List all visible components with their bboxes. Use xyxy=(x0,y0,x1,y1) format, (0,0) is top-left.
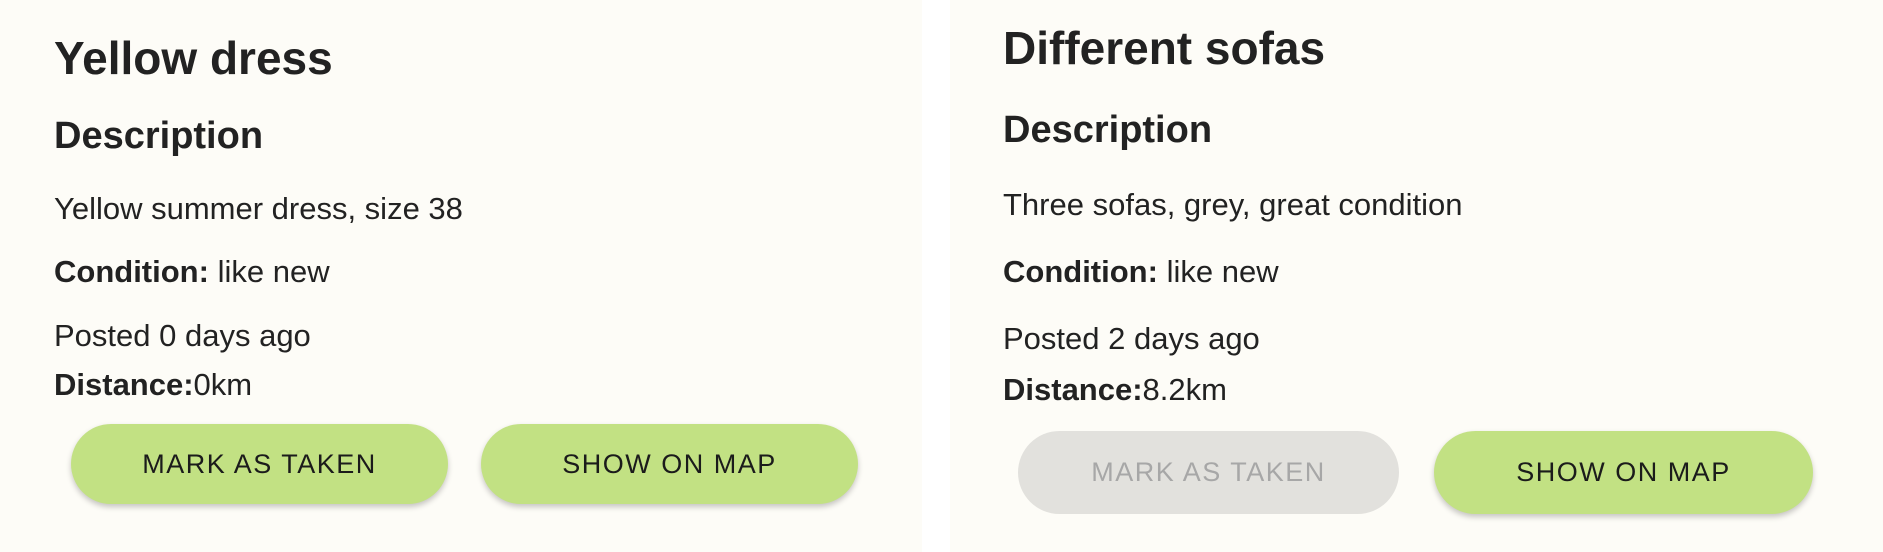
item-card-yellow-dress: Yellow dress Description Yellow summer d… xyxy=(0,0,922,552)
item-condition: Condition: like new xyxy=(54,256,330,287)
distance-label: Distance: xyxy=(1003,372,1143,407)
distance-value: 0km xyxy=(193,367,253,402)
item-description: Three sofas, grey, great condition xyxy=(1003,187,1463,222)
condition-label: Condition: xyxy=(54,254,209,289)
description-heading: Description xyxy=(1003,109,1213,151)
condition-value: like new xyxy=(217,254,330,289)
mark-as-taken-button[interactable]: MARK AS TAKEN xyxy=(71,424,448,504)
show-on-map-button[interactable]: SHOW ON MAP xyxy=(1434,431,1813,514)
item-distance: Distance:0km xyxy=(54,369,252,400)
item-distance: Distance:8.2km xyxy=(1003,374,1227,405)
item-description: Yellow summer dress, size 38 xyxy=(54,191,463,226)
mark-as-taken-button: MARK AS TAKEN xyxy=(1018,431,1399,514)
posted-time: Posted 0 days ago xyxy=(54,318,311,353)
posted-time: Posted 2 days ago xyxy=(1003,321,1260,356)
item-title: Yellow dress xyxy=(54,32,333,84)
condition-label: Condition: xyxy=(1003,254,1158,289)
distance-label: Distance: xyxy=(54,367,194,402)
description-heading: Description xyxy=(54,115,264,157)
item-title: Different sofas xyxy=(1003,22,1326,74)
item-condition: Condition: like new xyxy=(1003,256,1279,287)
item-card-different-sofas: Different sofas Description Three sofas,… xyxy=(950,0,1883,552)
show-on-map-button[interactable]: SHOW ON MAP xyxy=(481,424,858,504)
condition-value: like new xyxy=(1166,254,1279,289)
distance-value: 8.2km xyxy=(1142,372,1227,407)
